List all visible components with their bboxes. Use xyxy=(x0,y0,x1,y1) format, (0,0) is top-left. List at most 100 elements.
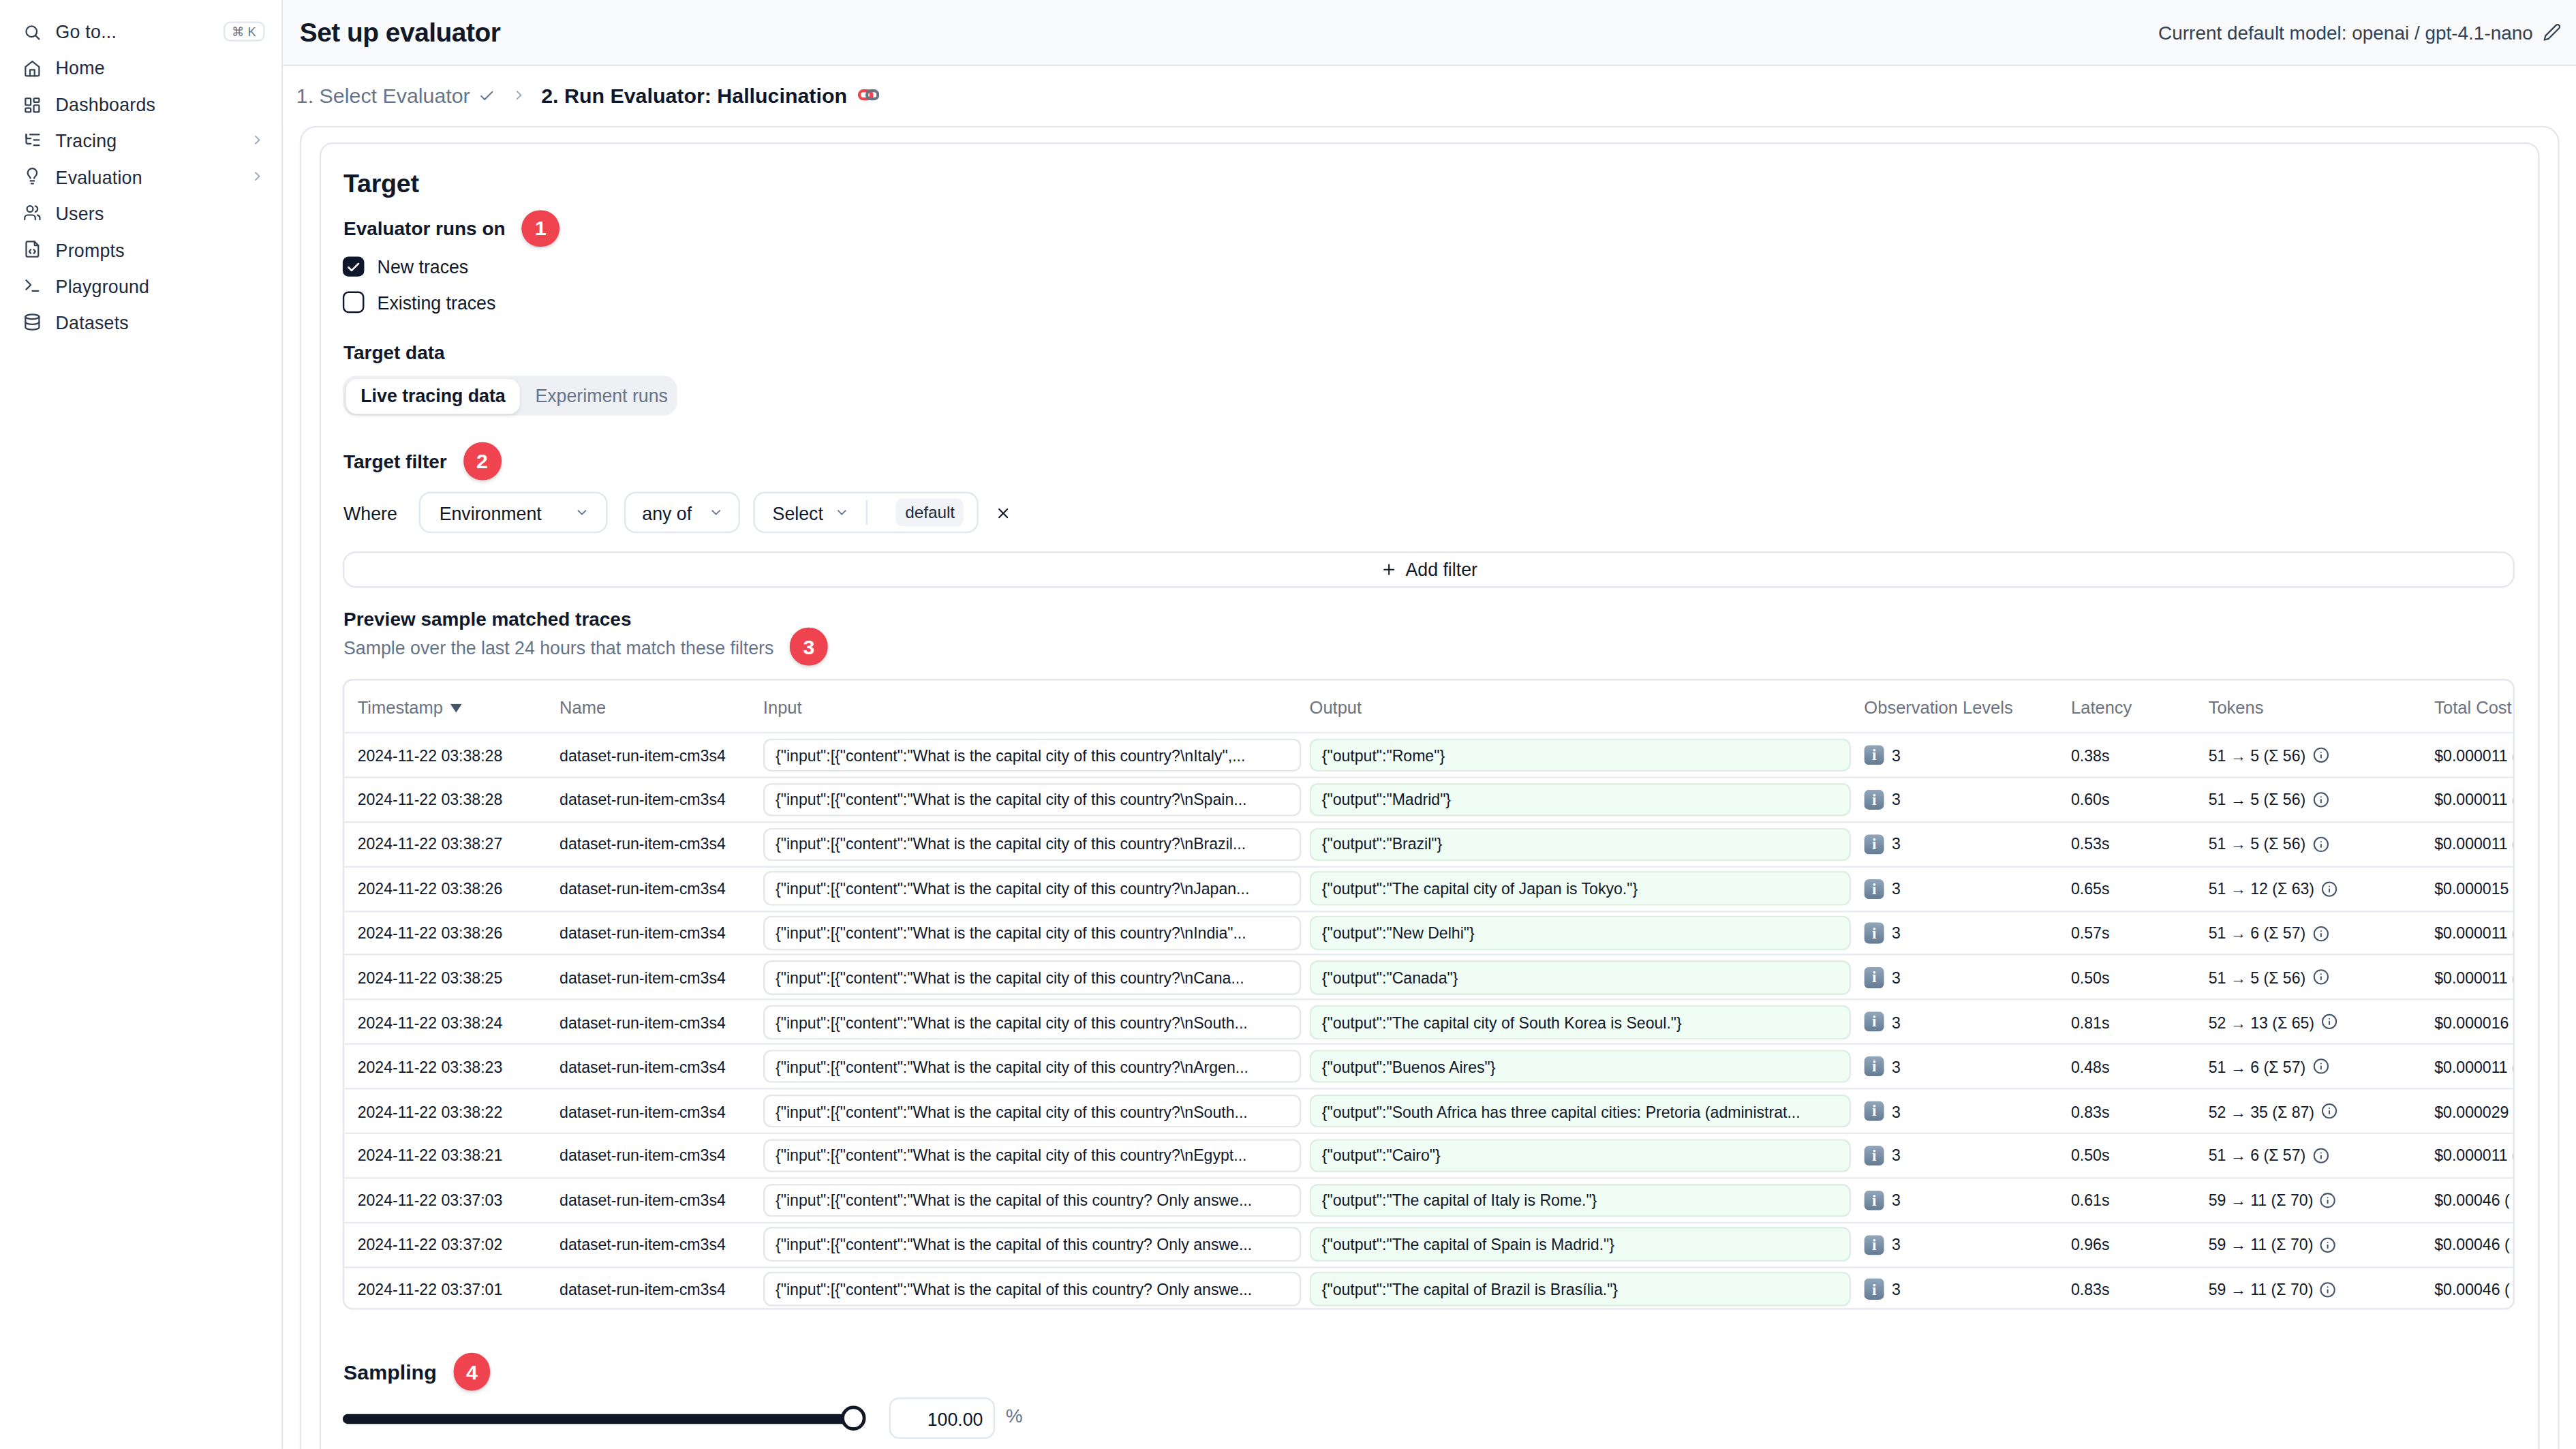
sidebar-item-dashboards[interactable]: Dashboards xyxy=(0,86,281,122)
output-json-box[interactable]: {"output":"Canada"} xyxy=(1310,960,1851,994)
column-header-timestamp[interactable]: Timestamp xyxy=(345,697,547,716)
cell-timestamp: 2024-11-22 03:38:27 xyxy=(345,835,547,853)
info-emoji-icon: i xyxy=(1864,968,1884,988)
sampling-slider-track[interactable] xyxy=(343,1414,853,1425)
input-json-box[interactable]: {"input":[{"content":"What is the capita… xyxy=(763,1094,1302,1128)
output-json-box[interactable]: {"output":"Brazil"} xyxy=(1310,827,1851,861)
step-select-evaluator[interactable]: 1. Select Evaluator xyxy=(296,84,470,107)
new-traces-option[interactable]: New traces xyxy=(343,255,2515,278)
output-json-box[interactable]: {"output":"Buenos Aires"} xyxy=(1310,1050,1851,1084)
table-row[interactable]: 2024-11-22 03:37:02dataset-run-item-cm3s… xyxy=(345,1221,2513,1266)
tab-live-tracing-data[interactable]: Live tracing data xyxy=(346,378,520,414)
table-row[interactable]: 2024-11-22 03:38:25dataset-run-item-cm3s… xyxy=(345,954,2513,998)
new-traces-checkbox[interactable] xyxy=(343,256,364,277)
column-header-latency: Latency xyxy=(2071,697,2209,716)
table-row[interactable]: 2024-11-22 03:37:03dataset-run-item-cm3s… xyxy=(345,1177,2513,1221)
cell-output: {"output":"Madrid"} xyxy=(1310,782,1865,817)
output-json-box[interactable]: {"output":"The capital of Brazil is Bras… xyxy=(1310,1272,1851,1306)
table-row[interactable]: 2024-11-22 03:38:23dataset-run-item-cm3s… xyxy=(345,1043,2513,1088)
cell-name: dataset-run-item-cm3s4 xyxy=(547,835,751,853)
sampling-slider-row: 100.00 % xyxy=(343,1399,2515,1440)
filter-value-select[interactable]: Select default xyxy=(754,492,979,533)
sidebar-item-playground[interactable]: Playground xyxy=(0,268,281,304)
check-icon xyxy=(478,87,495,104)
tab-experiment-runs[interactable]: Experiment runs xyxy=(521,378,683,414)
cell-timestamp: 2024-11-22 03:38:22 xyxy=(345,1102,547,1120)
edit-pencil-icon[interactable] xyxy=(2543,23,2561,42)
input-json-box[interactable]: {"input":[{"content":"What is the capita… xyxy=(763,738,1302,772)
output-json-box[interactable]: {"output":"Rome"} xyxy=(1310,738,1851,772)
info-emoji-icon: i xyxy=(1864,879,1884,899)
input-json-box[interactable]: {"input":[{"content":"What is the capita… xyxy=(763,872,1302,906)
output-json-box[interactable]: {"output":"The capital city of Japan is … xyxy=(1310,872,1851,906)
info-icon xyxy=(2321,881,2337,897)
output-json-box[interactable]: {"output":"The capital of Spain is Madri… xyxy=(1310,1227,1851,1262)
sidebar-item-datasets[interactable]: Datasets xyxy=(0,304,281,340)
output-json-box[interactable]: {"output":"New Delhi"} xyxy=(1310,916,1851,950)
output-json-box[interactable]: {"output":"Cairo"} xyxy=(1310,1138,1851,1172)
table-row[interactable]: 2024-11-22 03:38:26dataset-run-item-cm3s… xyxy=(345,910,2513,954)
filter-column-select[interactable]: Environment xyxy=(418,492,608,533)
sidebar-item-users[interactable]: Users xyxy=(0,195,281,231)
cell-observation-levels: i3 xyxy=(1864,1279,2071,1300)
info-icon xyxy=(2312,836,2329,852)
remove-filter-icon[interactable] xyxy=(996,504,1012,521)
table-row[interactable]: 2024-11-22 03:38:28dataset-run-item-cm3s… xyxy=(345,776,2513,821)
annotation-badge-2: 2 xyxy=(463,442,501,480)
cell-observation-levels: i3 xyxy=(1864,923,2071,943)
info-emoji-icon: i xyxy=(1864,834,1884,855)
output-json-box[interactable]: {"output":"South Africa has three capita… xyxy=(1310,1094,1851,1128)
table-row[interactable]: 2024-11-22 03:38:24dataset-run-item-cm3s… xyxy=(345,999,2513,1043)
annotation-badge-3: 3 xyxy=(791,628,828,665)
sidebar-item-tracing[interactable]: Tracing xyxy=(0,123,281,159)
sidebar-item-label: Tracing xyxy=(56,131,117,151)
table-row[interactable]: 2024-11-22 03:38:22dataset-run-item-cm3s… xyxy=(345,1088,2513,1132)
existing-traces-checkbox[interactable] xyxy=(343,292,364,312)
cell-total-cost: $0.000011 ( xyxy=(2434,1146,2515,1165)
input-json-box[interactable]: {"input":[{"content":"What is the capita… xyxy=(763,1227,1302,1262)
input-json-box[interactable]: {"input":[{"content":"What is the capita… xyxy=(763,1183,1302,1217)
table-row[interactable]: 2024-11-22 03:38:28dataset-run-item-cm3s… xyxy=(345,732,2513,776)
preview-subtitle: Sample over the last 24 hours that match… xyxy=(343,637,773,656)
info-icon xyxy=(2321,1013,2337,1030)
cell-input: {"input":[{"content":"What is the capita… xyxy=(751,1272,1310,1306)
output-json-box[interactable]: {"output":"The capital of Italy is Rome.… xyxy=(1310,1183,1851,1217)
input-json-box[interactable]: {"input":[{"content":"What is the capita… xyxy=(763,960,1302,994)
cell-output: {"output":"Buenos Aires"} xyxy=(1310,1050,1865,1084)
sidebar-item-evaluation[interactable]: Evaluation xyxy=(0,159,281,195)
cell-total-cost: $0.00046 ( xyxy=(2434,1280,2515,1298)
filter-operator-select[interactable]: any of xyxy=(624,492,741,533)
sidebar-item-home[interactable]: Home xyxy=(0,50,281,86)
chevron-right-icon xyxy=(250,170,265,185)
sidebar-goto[interactable]: Go to... ⌘ K xyxy=(0,14,281,50)
input-json-box[interactable]: {"input":[{"content":"What is the capita… xyxy=(763,1272,1302,1306)
home-icon xyxy=(24,59,42,77)
table-row[interactable]: 2024-11-22 03:38:21dataset-run-item-cm3s… xyxy=(345,1133,2513,1177)
sampling-slider-thumb[interactable] xyxy=(841,1407,865,1431)
output-json-box[interactable]: {"output":"The capital city of South Kor… xyxy=(1310,1005,1851,1039)
sidebar-item-prompts[interactable]: Prompts xyxy=(0,232,281,268)
table-body: 2024-11-22 03:38:28dataset-run-item-cm3s… xyxy=(345,732,2513,1309)
cell-name: dataset-run-item-cm3s4 xyxy=(547,924,751,943)
input-json-box[interactable]: {"input":[{"content":"What is the capita… xyxy=(763,1005,1302,1039)
table-row[interactable]: 2024-11-22 03:37:01dataset-run-item-cm3s… xyxy=(345,1266,2513,1309)
table-row[interactable]: 2024-11-22 03:38:27dataset-run-item-cm3s… xyxy=(345,821,2513,866)
cell-tokens: 52 → 35 (Σ 87) xyxy=(2209,1102,2435,1120)
cell-total-cost: $0.000015 xyxy=(2434,879,2515,898)
input-json-box[interactable]: {"input":[{"content":"What is the capita… xyxy=(763,1138,1302,1172)
input-json-box[interactable]: {"input":[{"content":"What is the capita… xyxy=(763,782,1302,817)
topbar: Set up evaluator Current default model: … xyxy=(283,0,2576,66)
existing-traces-option[interactable]: Existing traces xyxy=(343,291,2515,314)
search-icon xyxy=(24,22,42,41)
add-filter-button[interactable]: Add filter xyxy=(343,551,2515,589)
chevron-down-icon xyxy=(709,505,724,520)
info-icon xyxy=(2312,791,2329,808)
output-json-box[interactable]: {"output":"Madrid"} xyxy=(1310,782,1851,817)
annotation-badge-1: 1 xyxy=(522,210,559,247)
sampling-percent-input[interactable]: 100.00 xyxy=(889,1399,996,1440)
input-json-box[interactable]: {"input":[{"content":"What is the capita… xyxy=(763,1050,1302,1084)
table-row[interactable]: 2024-11-22 03:38:26dataset-run-item-cm3s… xyxy=(345,866,2513,910)
input-json-box[interactable]: {"input":[{"content":"What is the capita… xyxy=(763,916,1302,950)
playground-icon xyxy=(24,277,42,295)
input-json-box[interactable]: {"input":[{"content":"What is the capita… xyxy=(763,827,1302,861)
